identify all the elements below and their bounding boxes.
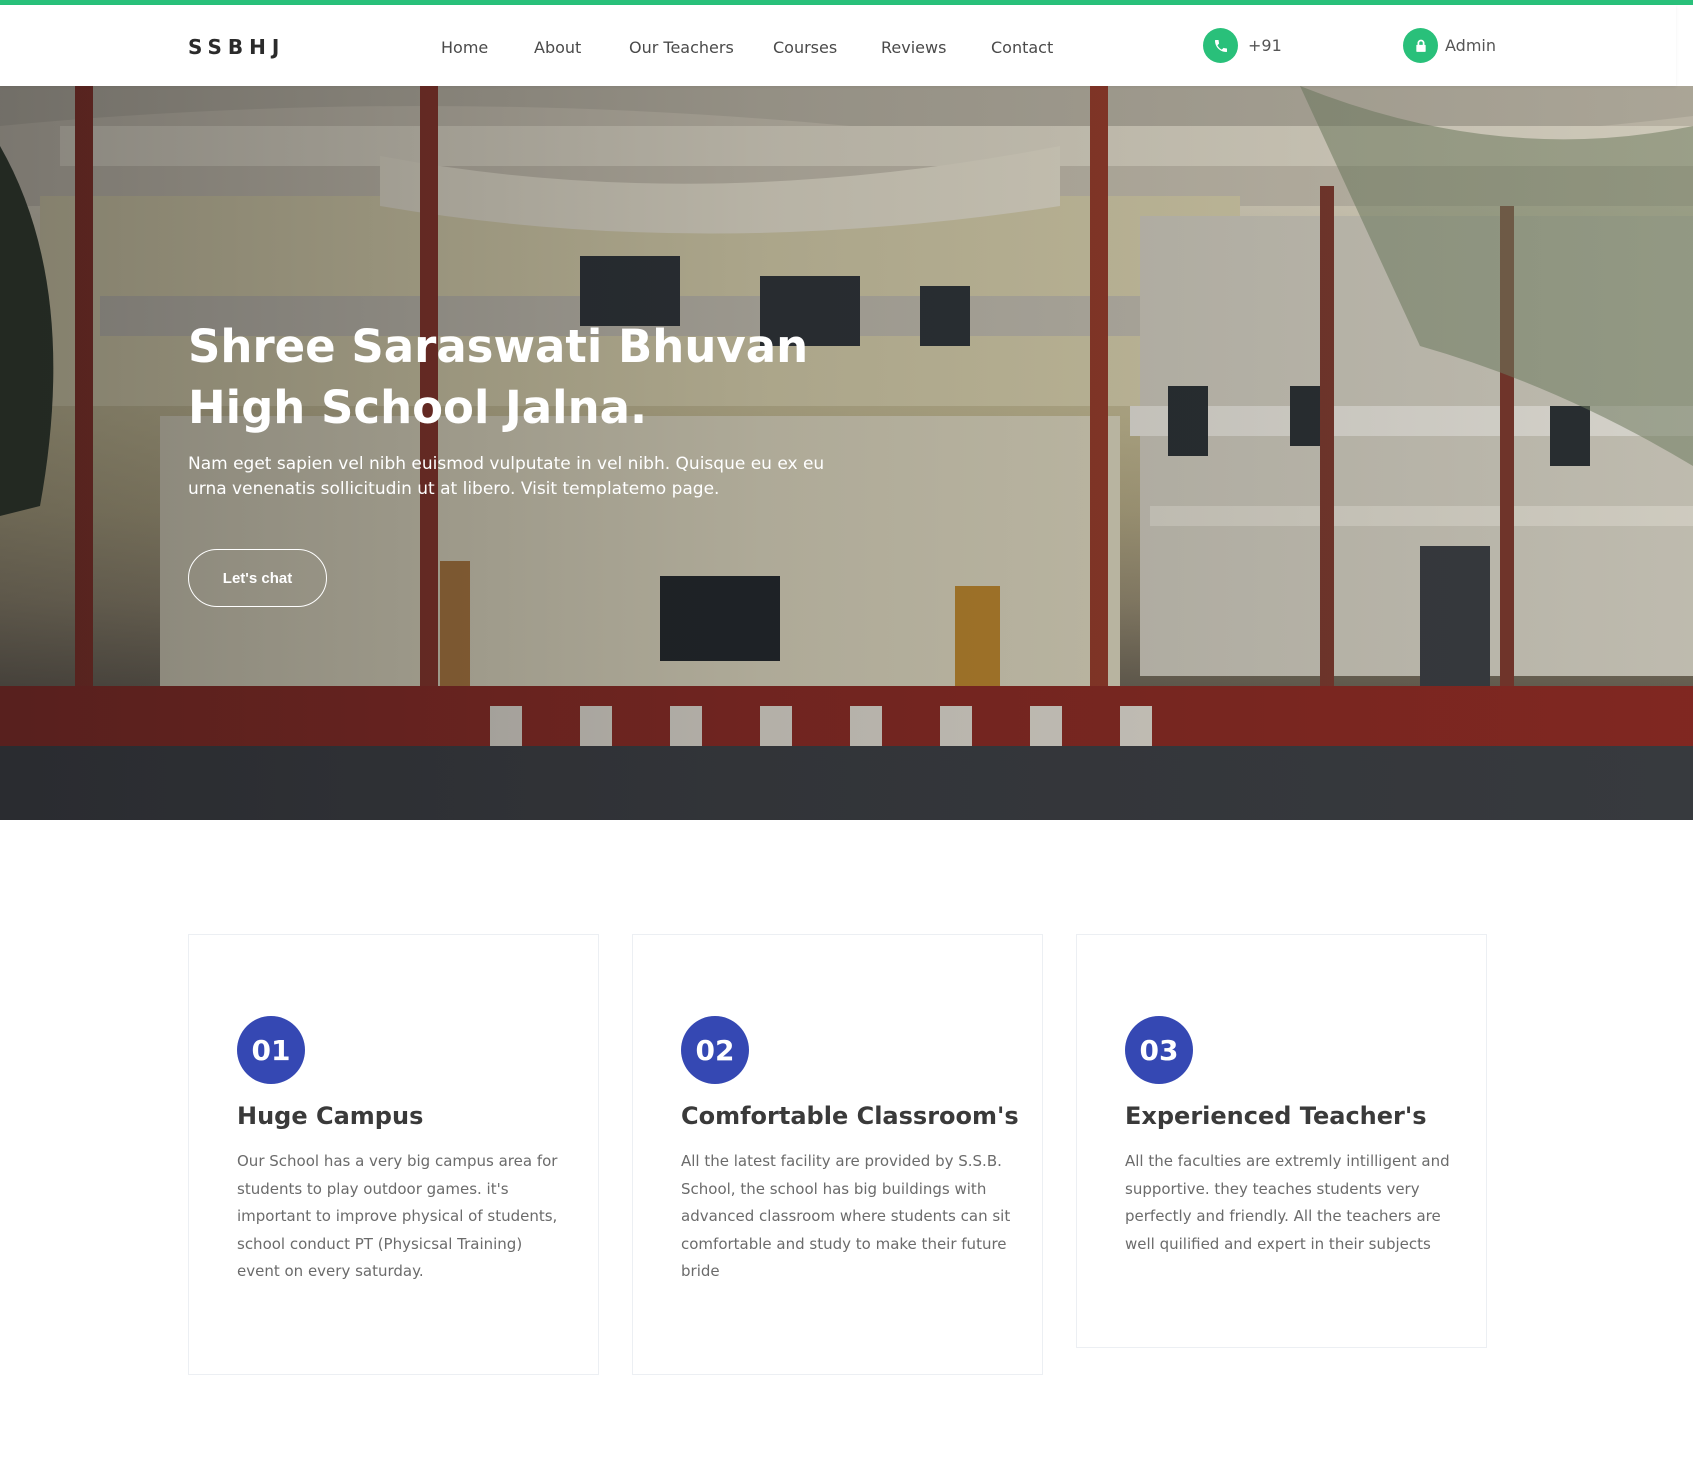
admin-link[interactable]: Admin: [1403, 28, 1496, 63]
nav-home[interactable]: Home: [441, 38, 488, 57]
navbar: SSBHJ Home About Our Teachers Courses Re…: [0, 5, 1676, 86]
nav-about[interactable]: About: [534, 38, 581, 57]
feature-title: Experienced Teacher's: [1125, 1102, 1427, 1130]
feature-title: Huge Campus: [237, 1102, 424, 1130]
brand-logo[interactable]: SSBHJ: [188, 35, 285, 59]
lets-chat-button[interactable]: Let's chat: [188, 549, 327, 607]
feature-card: 03 Experienced Teacher's All the faculti…: [1076, 934, 1487, 1348]
nav-courses[interactable]: Courses: [773, 38, 837, 57]
feature-title: Comfortable Classroom's: [681, 1102, 1019, 1130]
feature-text: All the faculties are extremly intillige…: [1125, 1152, 1450, 1253]
hero-title: Shree Saraswati Bhuvan High School Jalna…: [188, 316, 828, 438]
admin-label: Admin: [1445, 36, 1496, 55]
feature-number-badge: 02: [681, 1016, 749, 1084]
feature-text: Our School has a very big campus area fo…: [237, 1152, 558, 1280]
hero-description: Nam eget sapien vel nibh euismod vulputa…: [188, 454, 825, 499]
feature-card: 01 Huge Campus Our School has a very big…: [188, 934, 599, 1375]
hero-title-line-1: Shree Saraswati Bhuvan: [188, 320, 809, 373]
nav-reviews[interactable]: Reviews: [881, 38, 946, 57]
feature-text: All the latest facility are provided by …: [681, 1152, 1011, 1280]
hero-title-line-2: High School Jalna.: [188, 381, 648, 434]
feature-number-badge: 01: [237, 1016, 305, 1084]
feature-number-badge: 03: [1125, 1016, 1193, 1084]
phone-link[interactable]: +91: [1203, 28, 1282, 63]
feature-card: 02 Comfortable Classroom's All the lates…: [632, 934, 1043, 1375]
hero-section: Shree Saraswati Bhuvan High School Jalna…: [0, 86, 1693, 820]
nav-contact[interactable]: Contact: [991, 38, 1053, 57]
lock-icon: [1403, 28, 1438, 63]
phone-label: +91: [1248, 36, 1282, 55]
phone-icon: [1203, 28, 1238, 63]
navbar-edge: [1676, 5, 1693, 81]
nav-our-teachers[interactable]: Our Teachers: [629, 38, 734, 57]
